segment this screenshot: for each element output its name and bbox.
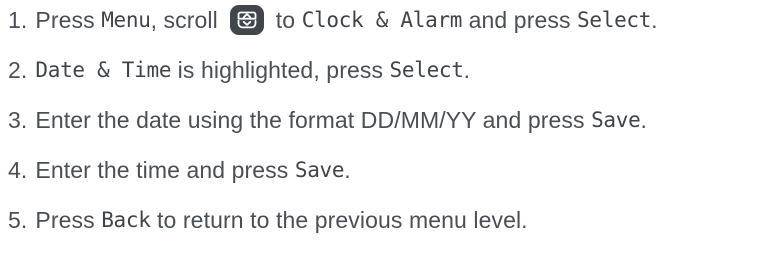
step-4: 4. Enter the time and press Save . bbox=[8, 156, 766, 206]
instruction-steps-list: 1. Press Menu , scroll to Clock & Alarm … bbox=[8, 5, 766, 256]
step-1: 1. Press Menu , scroll to Clock & Alarm … bbox=[8, 5, 766, 56]
step-text: and press bbox=[462, 7, 578, 33]
step-text: . bbox=[463, 57, 471, 83]
step-number: 2. bbox=[8, 57, 28, 83]
display-label-clock-alarm: Clock & Alarm bbox=[301, 8, 463, 32]
step-text: Enter the time and press bbox=[35, 157, 295, 183]
step-number: 1. bbox=[8, 7, 28, 33]
step-text: Press bbox=[35, 207, 102, 233]
step-text: Enter the date using the format DD/MM/YY… bbox=[35, 107, 592, 133]
step-text: . bbox=[651, 7, 658, 33]
step-text: Press bbox=[35, 7, 102, 33]
display-label-save: Save bbox=[591, 108, 641, 132]
scroll-navigation-key-icon bbox=[230, 5, 265, 35]
step-text: , scroll bbox=[150, 7, 225, 33]
step-text: to return to the previous menu level. bbox=[150, 207, 528, 233]
step-number: 5. bbox=[8, 207, 28, 233]
step-2: 2. Date & Time is highlighted, press Sel… bbox=[8, 56, 766, 106]
display-label-save: Save bbox=[294, 158, 345, 182]
display-label-date-time: Date & Time bbox=[35, 58, 172, 82]
step-text: is highlighted, press bbox=[171, 57, 390, 83]
display-label-back: Back bbox=[101, 208, 151, 232]
display-label-select: Select bbox=[577, 8, 652, 32]
step-5: 5. Press Back to return to the previous … bbox=[8, 206, 766, 256]
step-number: 4. bbox=[8, 157, 28, 183]
step-3: 3. Enter the date using the format DD/MM… bbox=[8, 106, 766, 156]
step-text: . bbox=[640, 107, 647, 133]
display-label-menu: Menu bbox=[101, 8, 151, 32]
step-text: . bbox=[344, 157, 351, 183]
step-text: to bbox=[269, 7, 302, 33]
display-label-select: Select bbox=[389, 58, 464, 82]
step-number: 3. bbox=[8, 107, 28, 133]
